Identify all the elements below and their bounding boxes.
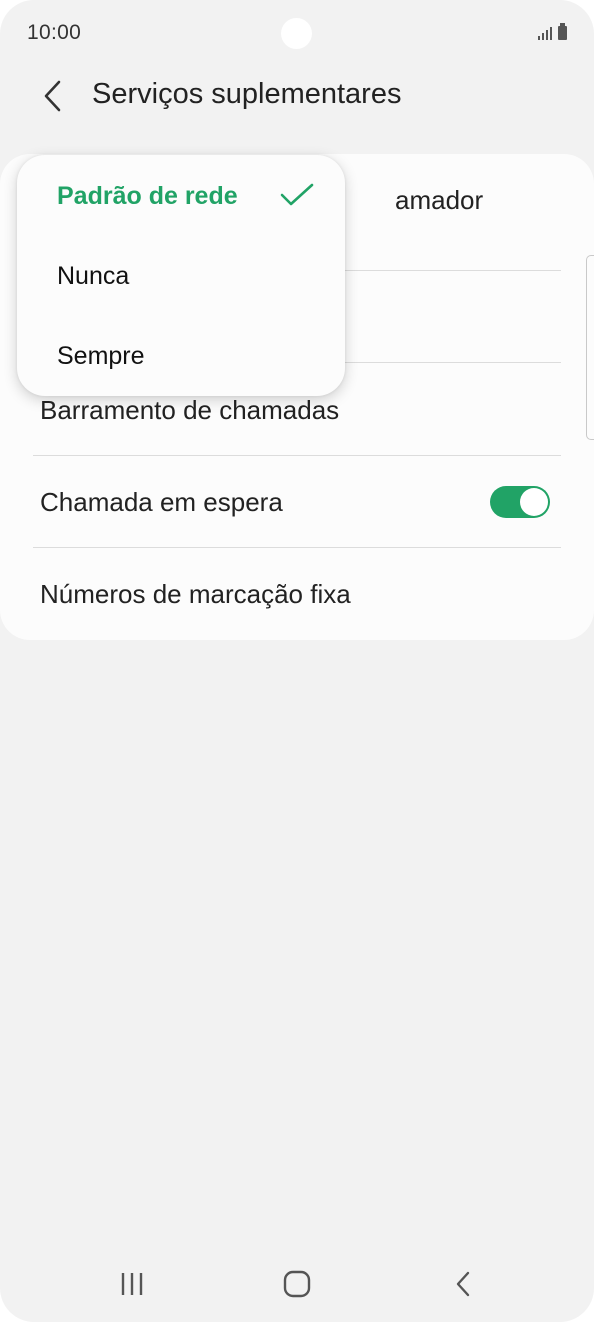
call-waiting-toggle[interactable] [490, 486, 550, 518]
caller-id-options-menu: Padrão de rede Nunca Sempre [17, 155, 345, 396]
page-title: Serviços suplementares [92, 78, 402, 110]
menu-item-never[interactable]: Nunca [17, 236, 345, 316]
recents-button[interactable] [92, 1250, 172, 1318]
check-icon [280, 183, 314, 206]
chevron-left-icon [44, 80, 61, 112]
status-time: 10:00 [27, 21, 82, 44]
back-icon [456, 1271, 470, 1297]
settings-item-label: amador [395, 184, 484, 215]
nav-back-button[interactable] [423, 1250, 503, 1318]
home-button[interactable] [257, 1250, 337, 1318]
settings-item-label: Números de marcação fixa [40, 578, 351, 609]
back-button[interactable] [30, 72, 74, 120]
settings-item-label: Barramento de chamadas [40, 394, 340, 425]
recents-icon [121, 1273, 143, 1295]
scrollbar[interactable] [586, 255, 594, 440]
settings-item-fixed-dialing[interactable]: Números de marcação fixa [33, 548, 561, 640]
menu-item-label: Sempre [57, 341, 145, 370]
settings-item-call-waiting[interactable]: Chamada em espera [33, 456, 561, 548]
battery-icon [558, 23, 567, 40]
menu-item-label: Padrão de rede [57, 181, 238, 210]
phone-screen: 10:00 Serviços suplementares amador Barr… [0, 0, 594, 1322]
settings-item-label: Chamada em espera [40, 486, 283, 517]
menu-item-network-default[interactable]: Padrão de rede [17, 156, 345, 236]
menu-item-always[interactable]: Sempre [17, 316, 345, 396]
home-icon [283, 1270, 311, 1298]
status-icons [538, 23, 567, 40]
signal-icon [538, 24, 552, 40]
front-camera [281, 18, 312, 49]
menu-item-label: Nunca [57, 261, 130, 290]
toggle-knob [520, 488, 548, 516]
navigation-bar [0, 1250, 594, 1318]
